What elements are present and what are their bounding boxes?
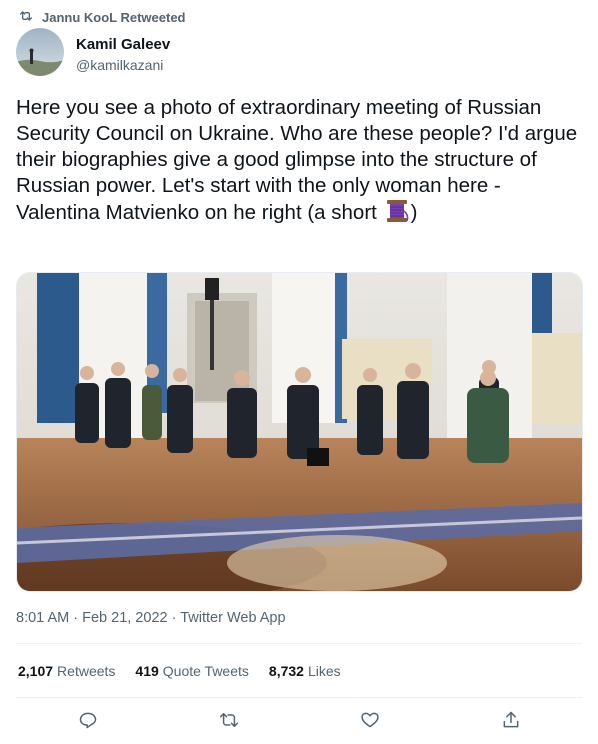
quote-tweets-stat[interactable]: 419 Quote Tweets <box>135 663 249 679</box>
tweet-date[interactable]: Feb 21, 2022 <box>82 610 167 626</box>
tweet-photo[interactable] <box>16 272 583 592</box>
retweets-stat[interactable]: 2,107 Retweets <box>18 663 115 679</box>
tweet-source[interactable]: Twitter Web App <box>180 610 285 626</box>
tweet-body: Here you see a photo of extraordinary me… <box>16 96 583 224</box>
tweet-stats: 2,107 Retweets 419 Quote Tweets 8,732 Likes <box>18 663 341 679</box>
retweet-banner[interactable]: Jannu KooL Retweeted <box>18 8 186 27</box>
meta-separator: · <box>171 610 177 626</box>
retweet-icon <box>18 8 34 27</box>
likes-stat[interactable]: 8,732 Likes <box>269 663 341 679</box>
divider <box>16 643 582 644</box>
reply-icon[interactable] <box>76 708 100 732</box>
action-bar <box>0 704 598 736</box>
avatar[interactable] <box>16 28 64 76</box>
share-icon[interactable] <box>499 708 523 732</box>
tweet-meta: 8:01 AM · Feb 21, 2022 · Twitter Web App <box>16 610 286 626</box>
thread-spool-emoji <box>383 199 411 223</box>
divider <box>16 697 582 698</box>
author-name[interactable]: Kamil Galeev <box>76 35 170 55</box>
meta-separator: · <box>73 610 79 626</box>
author-block[interactable]: Kamil Galeev @kamilkazani <box>76 35 170 75</box>
tweet-time[interactable]: 8:01 AM <box>16 610 69 626</box>
tweet-body-end: ) <box>410 201 418 224</box>
retweet-icon[interactable] <box>217 708 241 732</box>
retweet-banner-text: Jannu KooL Retweeted <box>42 10 186 25</box>
like-icon[interactable] <box>358 708 382 732</box>
tweet-text: Here you see a photo of extraordinary me… <box>16 95 586 226</box>
author-handle[interactable]: @kamilkazani <box>76 55 170 75</box>
